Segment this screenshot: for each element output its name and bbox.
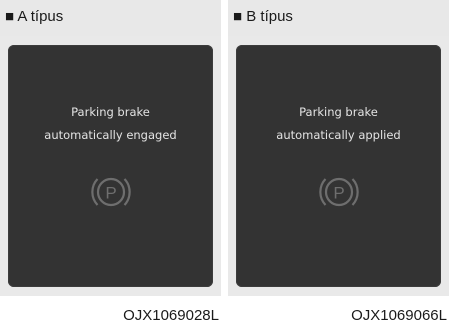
cluster-display: Parking brake automatically applied P bbox=[236, 45, 441, 287]
message-line-1: Parking brake bbox=[71, 105, 150, 119]
panel-type-b: ■ B típus Parking brake automatically ap… bbox=[228, 0, 449, 325]
cluster-display: Parking brake automatically engaged P bbox=[8, 45, 213, 287]
message-line-2: automatically engaged bbox=[44, 128, 177, 142]
figure: ■ A típus Parking brake automatically en… bbox=[0, 0, 449, 325]
svg-text:P: P bbox=[333, 184, 344, 203]
panel-footer: OJX1069028L bbox=[0, 296, 221, 325]
panel-header: ■ A típus bbox=[0, 0, 221, 36]
panel-body: Parking brake automatically applied P bbox=[228, 36, 449, 296]
parking-brake-icon: P bbox=[319, 177, 359, 207]
parking-brake-icon: P bbox=[91, 177, 131, 207]
message-line-2: automatically applied bbox=[276, 128, 401, 142]
panel-title: ■ B típus bbox=[233, 8, 293, 25]
panel-type-a: ■ A típus Parking brake automatically en… bbox=[0, 0, 221, 325]
message-line-1: Parking brake bbox=[299, 105, 378, 119]
figure-code: OJX1069028L bbox=[123, 307, 219, 324]
panel-body: Parking brake automatically engaged P bbox=[0, 36, 221, 296]
figure-code: OJX1069066L bbox=[351, 307, 447, 324]
panel-title: ■ A típus bbox=[5, 8, 64, 25]
panel-footer: OJX1069066L bbox=[228, 296, 449, 325]
panel-header: ■ B típus bbox=[228, 0, 449, 36]
svg-text:P: P bbox=[105, 184, 116, 203]
